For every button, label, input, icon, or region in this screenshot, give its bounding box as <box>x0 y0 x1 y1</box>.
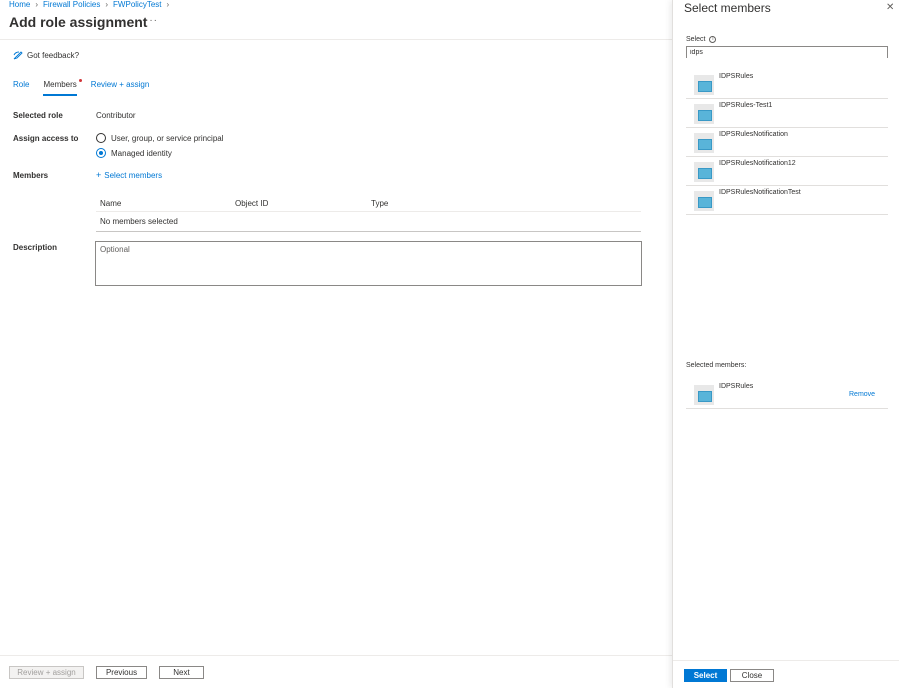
select-button[interactable]: Select <box>684 669 727 682</box>
list-item[interactable]: IDPSRules-Test1 <box>686 99 888 128</box>
next-button[interactable]: Next <box>159 666 204 679</box>
previous-button[interactable]: Previous <box>96 666 147 679</box>
tab-bar: Role Members Review + assign <box>13 79 163 96</box>
list-item[interactable]: IDPSRulesNotification <box>686 128 888 157</box>
remove-link[interactable]: Remove <box>849 391 875 398</box>
column-type: Type <box>371 199 389 208</box>
search-results-list: IDPSRules IDPSRules-Test1 IDPSRulesNotif… <box>686 70 888 215</box>
table-header: Name Object ID Type <box>96 197 641 212</box>
column-name: Name <box>100 199 122 208</box>
result-name: IDPSRulesNotification12 <box>719 160 796 167</box>
members-table: Name Object ID Type No members selected <box>96 197 641 232</box>
managed-identity-icon <box>694 191 714 211</box>
select-members-label: Select members <box>104 170 163 180</box>
description-field[interactable] <box>95 241 642 286</box>
result-name: IDPSRulesNotification <box>719 131 788 138</box>
result-name: IDPSRulesNotificationTest <box>719 189 801 196</box>
managed-identity-icon <box>694 75 714 95</box>
more-options-icon[interactable]: ··· <box>145 15 158 26</box>
chevron-right-icon: › <box>166 0 170 9</box>
toolbar-divider <box>0 39 672 40</box>
required-dot-icon <box>78 79 82 82</box>
breadcrumb-firewall-policies[interactable]: Firewall Policies <box>43 0 100 9</box>
radio-user-group-label: User, group, or service principal <box>111 133 224 143</box>
description-textarea[interactable] <box>96 242 641 285</box>
feedback-icon <box>13 51 23 60</box>
info-icon[interactable]: i <box>709 36 717 43</box>
description-label: Description <box>13 243 58 252</box>
feedback-button[interactable]: Got feedback? <box>13 50 79 60</box>
feedback-label: Got feedback? <box>27 50 80 60</box>
panel-footer-divider <box>673 660 899 661</box>
selected-role-value: Contributor <box>96 111 136 120</box>
footer-divider <box>0 655 672 656</box>
main-content: Home › Firewall Policies › FWPolicyTest … <box>0 0 672 688</box>
selected-member-name: IDPSRules <box>719 383 754 390</box>
breadcrumb-home[interactable]: Home <box>9 0 30 9</box>
radio-managed-identity-label: Managed identity <box>111 148 172 158</box>
managed-identity-icon <box>694 104 714 124</box>
managed-identity-icon <box>694 133 714 153</box>
select-label: Select i <box>686 36 717 43</box>
member-search-input[interactable] <box>687 47 887 58</box>
page-title: Add role assignment <box>9 14 148 30</box>
result-name: IDPSRules-Test1 <box>719 102 773 109</box>
plus-icon: + <box>96 170 102 180</box>
chevron-right-icon: › <box>35 0 39 9</box>
breadcrumb-fwpolicytest[interactable]: FWPolicyTest <box>113 0 161 9</box>
table-empty-message: No members selected <box>100 217 178 226</box>
list-item[interactable]: IDPSRules <box>686 70 888 99</box>
tab-review-assign[interactable]: Review + assign <box>91 80 149 96</box>
table-row: No members selected <box>96 213 641 232</box>
selected-member-item: IDPSRules Remove <box>686 380 888 409</box>
breadcrumb: Home › Firewall Policies › FWPolicyTest … <box>9 0 174 9</box>
selected-role-label: Selected role <box>13 111 63 120</box>
close-icon[interactable]: ✕ <box>886 2 894 13</box>
result-name: IDPSRules <box>719 73 754 80</box>
column-object-id: Object ID <box>235 199 269 208</box>
review-assign-button[interactable]: Review + assign <box>9 666 84 679</box>
tab-members-label: Members <box>43 80 77 89</box>
list-item[interactable]: IDPSRulesNotificationTest <box>686 186 888 215</box>
member-search-field[interactable] <box>686 46 888 58</box>
radio-circle <box>96 133 106 143</box>
select-label-text: Select <box>686 36 706 43</box>
members-label: Members <box>13 171 49 180</box>
list-item[interactable]: IDPSRulesNotification12 <box>686 157 888 186</box>
tab-members[interactable]: Members <box>43 79 82 96</box>
managed-identity-icon <box>694 162 714 182</box>
assign-access-label: Assign access to <box>13 134 79 143</box>
radio-circle-checked <box>96 148 106 158</box>
selected-members-label: Selected members: <box>686 362 747 369</box>
chevron-right-icon: › <box>105 0 109 9</box>
panel-title: Select members <box>684 1 771 15</box>
managed-identity-icon <box>694 385 714 405</box>
select-members-link[interactable]: + Select members <box>96 170 162 180</box>
close-button[interactable]: Close <box>730 669 774 682</box>
tab-role[interactable]: Role <box>13 80 29 96</box>
select-members-panel: Select members ✕ Select i IDPSRules IDPS… <box>672 0 899 688</box>
radio-user-group[interactable]: User, group, or service principal <box>96 133 224 143</box>
radio-managed-identity[interactable]: Managed identity <box>96 148 172 158</box>
